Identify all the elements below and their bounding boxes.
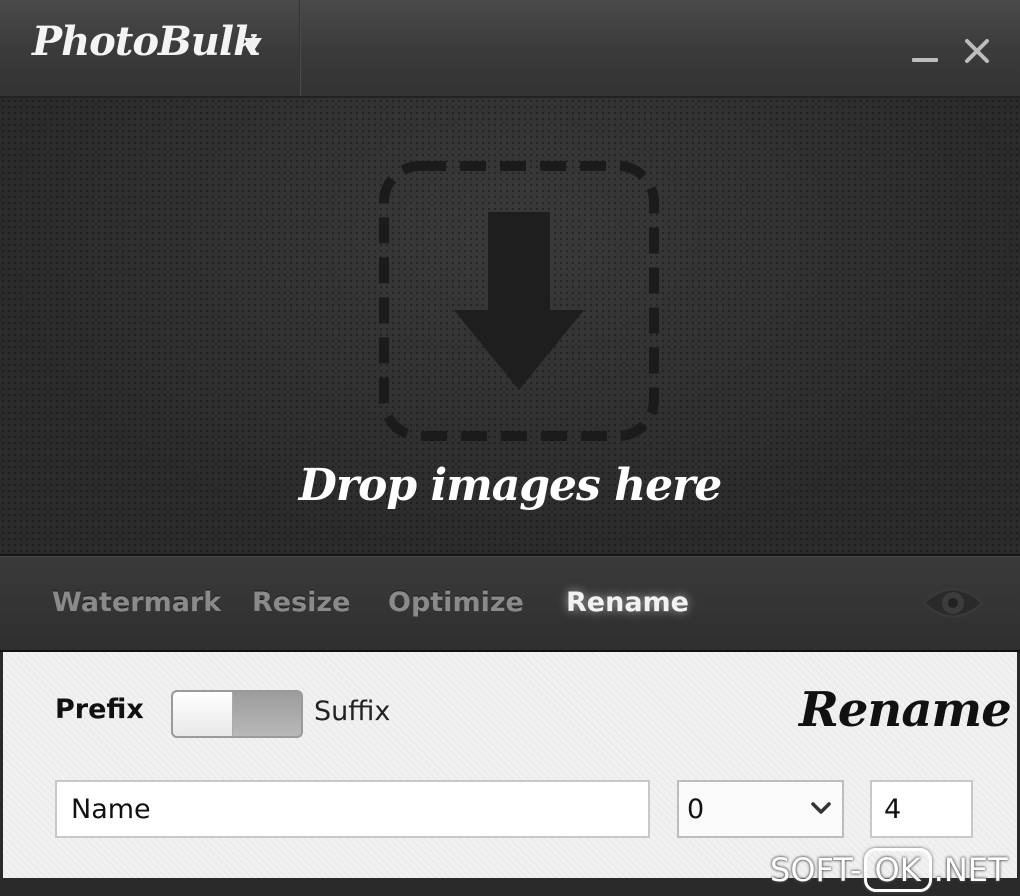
app-logo: PhotoBulk	[32, 18, 261, 65]
prefix-suffix-toggle[interactable]	[171, 690, 303, 738]
panel-title: Rename	[799, 682, 1012, 738]
watermark-part3: .NET	[933, 851, 1008, 889]
tab-bar: Watermark Resize Optimize Rename	[0, 556, 1020, 652]
watermark-part1: SOFT-	[770, 851, 862, 889]
close-icon	[965, 39, 989, 63]
minimize-button[interactable]	[910, 40, 940, 70]
tab-rename[interactable]: Rename	[566, 587, 689, 618]
download-arrow-icon	[379, 161, 659, 441]
digits-input[interactable]	[870, 780, 973, 838]
chevron-down-icon	[811, 802, 831, 814]
prefix-label: Prefix	[55, 694, 144, 725]
watermark-part2: OK	[863, 848, 932, 892]
suffix-label: Suffix	[314, 696, 391, 727]
title-bar: PhotoBulk	[0, 0, 1020, 98]
name-input[interactable]	[55, 780, 650, 838]
drop-zone[interactable]: Drop images here	[0, 98, 1020, 556]
app-menu-chevron-down-icon[interactable]	[244, 38, 262, 52]
eye-icon[interactable]	[922, 582, 984, 624]
toggle-knob[interactable]	[173, 692, 233, 736]
tab-watermark[interactable]: Watermark	[52, 587, 221, 618]
tab-optimize[interactable]: Optimize	[388, 587, 524, 618]
tab-resize[interactable]: Resize	[252, 587, 350, 618]
select-value: 0	[687, 794, 705, 825]
site-watermark: SOFT- OK .NET	[770, 848, 1008, 892]
drop-label: Drop images here	[298, 460, 723, 511]
minimize-icon	[912, 58, 938, 62]
rename-panel: Prefix Suffix Rename 0	[0, 652, 1020, 878]
title-divider	[299, 0, 301, 96]
start-number-select[interactable]: 0	[677, 780, 844, 838]
close-button[interactable]	[962, 36, 992, 66]
